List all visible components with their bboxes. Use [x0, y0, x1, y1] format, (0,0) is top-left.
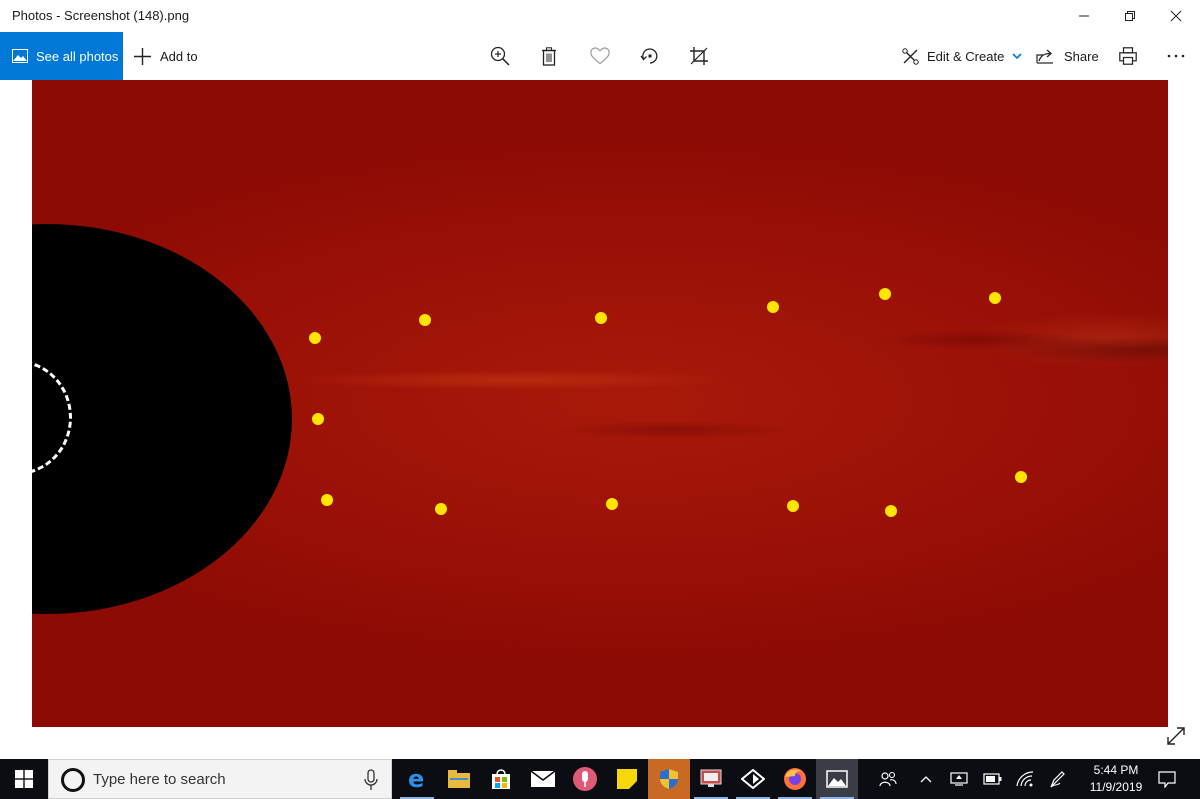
see-all-photos-label: See all photos [36, 48, 119, 64]
taskbar-search-box[interactable]: Type here to search [48, 759, 392, 799]
rotate-button[interactable] [637, 44, 663, 68]
taskbar-remote-desktop[interactable] [690, 759, 732, 799]
print-button[interactable] [1115, 44, 1141, 68]
zoom-in-button[interactable] [487, 44, 513, 68]
picture-icon [12, 49, 28, 63]
close-icon [1170, 10, 1182, 22]
yellow-marker [989, 292, 1001, 304]
people-button[interactable] [874, 759, 902, 799]
shield-icon [660, 769, 678, 789]
more-icon [1167, 54, 1185, 58]
zoom-in-icon [490, 46, 510, 66]
wifi-icon [1016, 771, 1034, 787]
yellow-marker [435, 503, 447, 515]
restore-icon [1125, 11, 1135, 21]
chevron-up-icon [920, 776, 932, 783]
yellow-marker [606, 498, 618, 510]
snip-icon [741, 769, 765, 789]
action-center-button[interactable] [1154, 759, 1180, 799]
full-screen-button[interactable] [1164, 724, 1188, 748]
monitor-app-icon [700, 769, 722, 787]
tray-display-button[interactable] [946, 759, 972, 799]
edit-create-icon [902, 47, 919, 65]
rotate-icon [640, 48, 658, 64]
favorite-icon [590, 47, 610, 65]
taskbar-mail[interactable] [522, 759, 564, 799]
photo-canvas[interactable] [32, 80, 1168, 727]
see-all-photos-button[interactable]: See all photos [0, 32, 123, 80]
windows-logo-icon [15, 770, 33, 788]
title-bar: Photos - Screenshot (148).png [0, 0, 1200, 32]
mail-icon [531, 771, 555, 787]
taskbar-sticky-notes[interactable] [606, 759, 648, 799]
photos-toolbar: See all photos Add to Edit & Create Shar… [0, 32, 1200, 80]
folder-icon [448, 770, 470, 788]
taskbar-snip-tool[interactable] [732, 759, 774, 799]
chevron-down-icon [1012, 52, 1022, 59]
microphone-icon[interactable] [363, 769, 379, 791]
clock-time: 5:44 PM [1093, 763, 1139, 777]
yellow-marker [419, 314, 431, 326]
yellow-marker [595, 312, 607, 324]
favorite-button[interactable] [587, 44, 613, 68]
crop-icon [690, 47, 708, 65]
search-placeholder: Type here to search [93, 771, 226, 788]
restore-button[interactable] [1107, 0, 1153, 32]
taskbar: Type here to search e 5:44 PM 11/9/2019 [0, 759, 1200, 799]
taskbar-security[interactable] [648, 759, 690, 799]
svg-text:e: e [408, 768, 424, 790]
taskbar-file-explorer[interactable] [438, 759, 480, 799]
display-icon [950, 772, 968, 786]
add-to-button[interactable]: Add to [134, 32, 198, 80]
edit-create-label: Edit & Create [927, 48, 1005, 64]
yellow-marker [767, 301, 779, 313]
more-options-button[interactable] [1163, 44, 1189, 68]
plus-icon [134, 47, 151, 65]
store-icon [492, 769, 510, 789]
taskbar-edge[interactable]: e [396, 759, 438, 799]
battery-button[interactable] [980, 759, 1006, 799]
yellow-marker [312, 413, 324, 425]
taskbar-store[interactable] [480, 759, 522, 799]
battery-icon [983, 773, 1002, 785]
edge-icon: e [408, 768, 424, 790]
yellow-marker [879, 288, 891, 300]
minimize-button[interactable] [1061, 0, 1107, 32]
yellow-marker [787, 500, 799, 512]
taskbar-clock[interactable]: 5:44 PM 11/9/2019 [1076, 762, 1156, 796]
print-icon [1119, 47, 1137, 65]
pen-icon [1050, 771, 1065, 788]
share-button[interactable]: Share [1036, 32, 1099, 80]
yellow-marker [321, 494, 333, 506]
people-icon [879, 771, 897, 787]
delete-icon [542, 46, 556, 66]
photos-icon [826, 770, 848, 788]
delete-button[interactable] [536, 44, 562, 68]
share-label: Share [1064, 48, 1099, 64]
start-button[interactable] [0, 759, 48, 799]
add-to-label: Add to [160, 48, 198, 64]
edit-create-button[interactable]: Edit & Create [902, 32, 1022, 80]
yellow-marker [309, 332, 321, 344]
show-hidden-icons-button[interactable] [914, 759, 938, 799]
close-button[interactable] [1153, 0, 1199, 32]
notification-icon [1158, 770, 1176, 788]
taskbar-firefox[interactable] [774, 759, 816, 799]
yellow-marker [885, 505, 897, 517]
sticky-notes-icon [617, 769, 637, 789]
wifi-button[interactable] [1012, 759, 1038, 799]
minimize-icon [1079, 15, 1089, 17]
window-title: Photos - Screenshot (148).png [12, 8, 190, 23]
firefox-icon [784, 768, 806, 790]
yellow-marker [1015, 471, 1027, 483]
crop-button[interactable] [686, 44, 712, 68]
voice-recorder-icon [573, 767, 597, 791]
pen-workspace-button[interactable] [1044, 759, 1070, 799]
expand-icon [1167, 727, 1185, 745]
taskbar-voice-recorder[interactable] [564, 759, 606, 799]
taskbar-photos[interactable] [816, 759, 858, 799]
share-icon [1036, 49, 1053, 64]
cortana-icon[interactable] [61, 768, 85, 792]
clock-date: 11/9/2019 [1089, 780, 1143, 794]
